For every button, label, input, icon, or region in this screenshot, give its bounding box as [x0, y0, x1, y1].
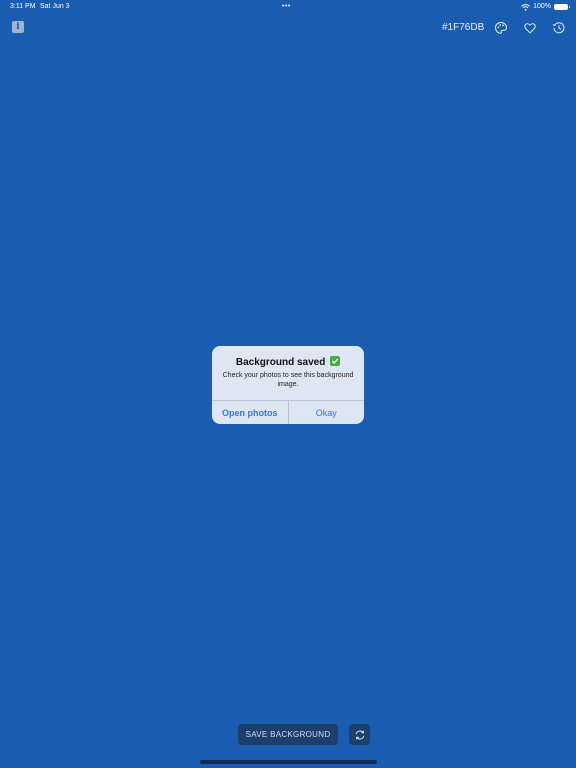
save-background-button[interactable]: SAVE BACKGROUND	[238, 724, 338, 745]
alert-actions: Open photos Okay	[212, 400, 364, 424]
info-button[interactable]: i	[12, 21, 24, 33]
palette-button[interactable]	[494, 21, 508, 35]
okay-button[interactable]: Okay	[289, 401, 365, 424]
info-icon: i	[16, 22, 20, 32]
palette-icon	[494, 21, 508, 34]
status-bar: 3:11 PM Sat Jun 3 ••• 100%	[0, 0, 576, 14]
multitasking-dots[interactable]: •••	[282, 0, 291, 14]
hex-color-code[interactable]: #1F76DB	[442, 21, 484, 35]
status-date: Sat Jun 3	[40, 3, 70, 10]
refresh-icon	[355, 730, 364, 739]
alert-title-text: Background saved	[235, 357, 326, 368]
status-time: 3:11 PM	[10, 3, 36, 10]
open-photos-button[interactable]: Open photos	[212, 401, 288, 424]
battery-percent: 100%	[533, 3, 551, 10]
refresh-button[interactable]	[349, 724, 370, 745]
status-indicators: 100%	[521, 0, 570, 14]
home-indicator[interactable]	[200, 760, 377, 764]
background-saved-alert: Background saved Check your photos to se…	[212, 346, 364, 424]
history-button[interactable]	[552, 21, 566, 35]
favorite-button[interactable]	[523, 21, 537, 35]
alert-message: Check your photos to see this background…	[222, 372, 354, 388]
wifi-icon	[521, 3, 530, 11]
heart-icon	[524, 23, 536, 34]
history-icon	[552, 22, 565, 34]
alert-title: Background saved	[212, 356, 364, 369]
battery-icon	[554, 4, 570, 10]
checkmark-icon	[330, 356, 341, 366]
